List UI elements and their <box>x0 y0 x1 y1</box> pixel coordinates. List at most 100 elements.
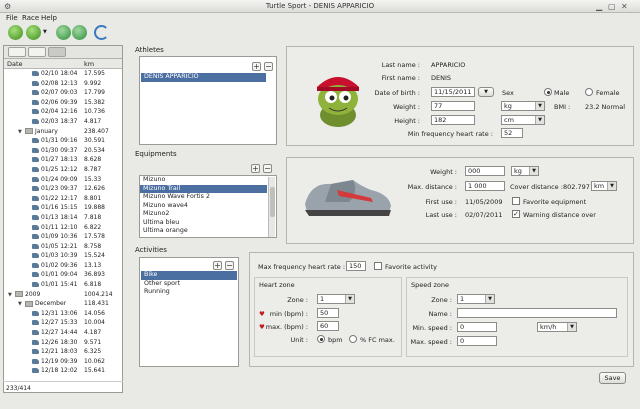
run-row[interactable]: 02/06 09:39 15.382 <box>4 98 122 108</box>
dob-field[interactable]: 11/15/2011 <box>431 87 475 97</box>
remove-athlete-button[interactable]: − <box>264 62 273 71</box>
run-row[interactable]: 01/09 10:36 17.578 <box>4 232 122 242</box>
run-row[interactable]: 01/01 15:41 6.818 <box>4 280 122 290</box>
equipment-item[interactable]: Mizuno <box>140 176 267 185</box>
run-row[interactable]: 12/18 12:02 15.641 <box>4 366 122 376</box>
heart-zone-select[interactable]: 1 ▼ <box>317 294 355 304</box>
run-row[interactable]: 01/11 12:10 6.822 <box>4 223 122 233</box>
run-row[interactable]: 01/22 12:17 8.801 <box>4 194 122 204</box>
run-row[interactable]: 01/05 12:21 8.758 <box>4 242 122 252</box>
run-row[interactable]: 01/03 10:39 15.524 <box>4 251 122 261</box>
month-row[interactable]: ▼ January 238.407 <box>4 127 122 137</box>
run-row[interactable]: 01/27 18:13 8.628 <box>4 155 122 165</box>
equip-weight-field[interactable]: 000 <box>465 166 505 176</box>
equipment-item[interactable]: Mizuno2 <box>140 210 267 219</box>
activity-item[interactable]: Other sport <box>141 280 237 289</box>
last-name-value[interactable]: APPARICIO <box>431 61 465 69</box>
run-row[interactable]: 12/26 18:30 9.571 <box>4 338 122 348</box>
turtle-icon[interactable] <box>8 25 23 40</box>
equipment-item[interactable]: Mizuno wave4 <box>140 202 267 211</box>
favorite-activity-checkbox[interactable] <box>374 262 382 270</box>
run-row[interactable]: 01/02 09:36 13.13 <box>4 261 122 271</box>
max-hr-field[interactable]: 150 <box>346 261 366 271</box>
run-row[interactable]: 02/04 12:16 10.736 <box>4 107 122 117</box>
run-row[interactable]: 12/19 09:39 10.062 <box>4 357 122 367</box>
close-icon[interactable]: ✕ <box>621 2 628 11</box>
run-row[interactable]: 02/08 12:13 9.992 <box>4 79 122 89</box>
add-athlete-button[interactable]: + <box>252 62 261 71</box>
run-row[interactable]: 01/25 12:12 8.787 <box>4 165 122 175</box>
menu-race[interactable]: Race <box>22 14 39 22</box>
speed-zone-select[interactable]: 1 ▼ <box>457 294 495 304</box>
heart-min-field[interactable]: 50 <box>317 308 339 318</box>
year-row[interactable]: ▼ 2009 1004.214 <box>4 290 122 300</box>
remove-activity-button[interactable]: − <box>225 261 234 270</box>
run-row[interactable]: 12/27 14:44 4.187 <box>4 328 122 338</box>
scroll-thumb[interactable] <box>270 187 275 217</box>
maximize-icon[interactable]: ▢ <box>608 2 616 11</box>
menu-file[interactable]: File <box>6 14 18 22</box>
run-row[interactable]: 01/16 15:15 19.888 <box>4 203 122 213</box>
expand-icon[interactable]: ▼ <box>18 301 25 307</box>
fc-max-radio[interactable] <box>349 335 357 343</box>
height-field[interactable]: 182 <box>431 115 475 125</box>
run-row[interactable]: 01/24 09:09 15.33 <box>4 175 122 185</box>
run-row[interactable]: 01/23 09:37 12.626 <box>4 184 122 194</box>
weight-field[interactable]: 77 <box>431 101 475 111</box>
refresh-icon[interactable] <box>94 25 109 40</box>
back-icon[interactable] <box>56 25 71 40</box>
bpm-radio[interactable] <box>317 335 325 343</box>
run-row[interactable]: 12/31 13:06 14.056 <box>4 309 122 319</box>
max-distance-field[interactable]: 1 000 <box>465 181 505 191</box>
max-speed-field[interactable]: 0 <box>457 336 497 346</box>
cover-unit-select[interactable]: km ▼ <box>591 181 617 191</box>
tab-calendar-view[interactable] <box>28 47 46 57</box>
tab-tree-view[interactable] <box>48 47 66 57</box>
favorite-equipment-checkbox[interactable] <box>512 197 520 205</box>
run-row[interactable]: 12/27 15:33 10.004 <box>4 318 122 328</box>
run-row[interactable]: 02/10 18:04 17.595 <box>4 69 122 79</box>
athlete-item[interactable]: DENIS APPARICIO <box>141 73 266 82</box>
equipments-scrollbar[interactable] <box>268 177 275 237</box>
male-radio[interactable] <box>544 88 552 96</box>
calendar-button[interactable]: ▼ <box>478 87 494 97</box>
activity-item[interactable]: Running <box>141 288 237 297</box>
add-equipment-button[interactable]: + <box>251 164 260 173</box>
column-km[interactable]: km <box>84 60 94 68</box>
min-hr-field[interactable]: 52 <box>501 128 523 138</box>
menu-help[interactable]: Help <box>41 14 57 22</box>
splitter-handle[interactable] <box>124 45 127 393</box>
expand-icon[interactable]: ▼ <box>8 292 15 298</box>
run-row[interactable]: 02/03 18:37 4.817 <box>4 117 122 127</box>
equipment-item[interactable]: Mizuno Trail <box>140 184 267 193</box>
column-date[interactable]: Date <box>7 60 23 68</box>
dropdown-arrow-icon[interactable]: ▼ <box>43 29 47 35</box>
equipment-item[interactable]: Mizuno Wave Fortis 2 <box>140 193 267 202</box>
min-speed-field[interactable]: 0 <box>457 322 497 332</box>
run-row[interactable]: 01/13 18:14 7.818 <box>4 213 122 223</box>
remove-equipment-button[interactable]: − <box>263 164 272 173</box>
tab-list-view[interactable] <box>8 47 26 57</box>
run-row[interactable]: 02/07 09:03 17.799 <box>4 88 122 98</box>
equipment-item[interactable]: Ultima orange <box>140 227 267 236</box>
run-row[interactable]: 01/31 09:16 30.591 <box>4 136 122 146</box>
expand-icon[interactable]: ▼ <box>18 129 25 135</box>
save-button[interactable]: Save <box>599 372 626 384</box>
heart-max-field[interactable]: 60 <box>317 321 339 331</box>
weight-unit-select[interactable]: kg ▼ <box>501 101 545 111</box>
equipment-item[interactable]: Ultima bleu <box>140 219 267 228</box>
run-row[interactable]: 12/21 18:03 6.325 <box>4 347 122 357</box>
add-activity-button[interactable]: + <box>213 261 222 270</box>
forward-icon[interactable] <box>72 25 87 40</box>
download-icon[interactable] <box>26 25 41 40</box>
activity-item[interactable]: Bike <box>141 271 237 280</box>
speed-name-field[interactable] <box>457 308 617 318</box>
run-row[interactable]: 01/30 09:37 20.534 <box>4 146 122 156</box>
first-name-value[interactable]: DENIS <box>431 74 451 82</box>
minimize-icon[interactable]: ▁ <box>596 2 602 11</box>
warning-distance-checkbox[interactable]: ✓ <box>512 210 520 218</box>
speed-unit-select[interactable]: km/h ▼ <box>537 322 577 332</box>
equip-weight-unit-select[interactable]: kg ▼ <box>511 166 539 176</box>
height-unit-select[interactable]: cm ▼ <box>501 115 545 125</box>
run-row[interactable]: 01/01 09:04 36.893 <box>4 270 122 280</box>
